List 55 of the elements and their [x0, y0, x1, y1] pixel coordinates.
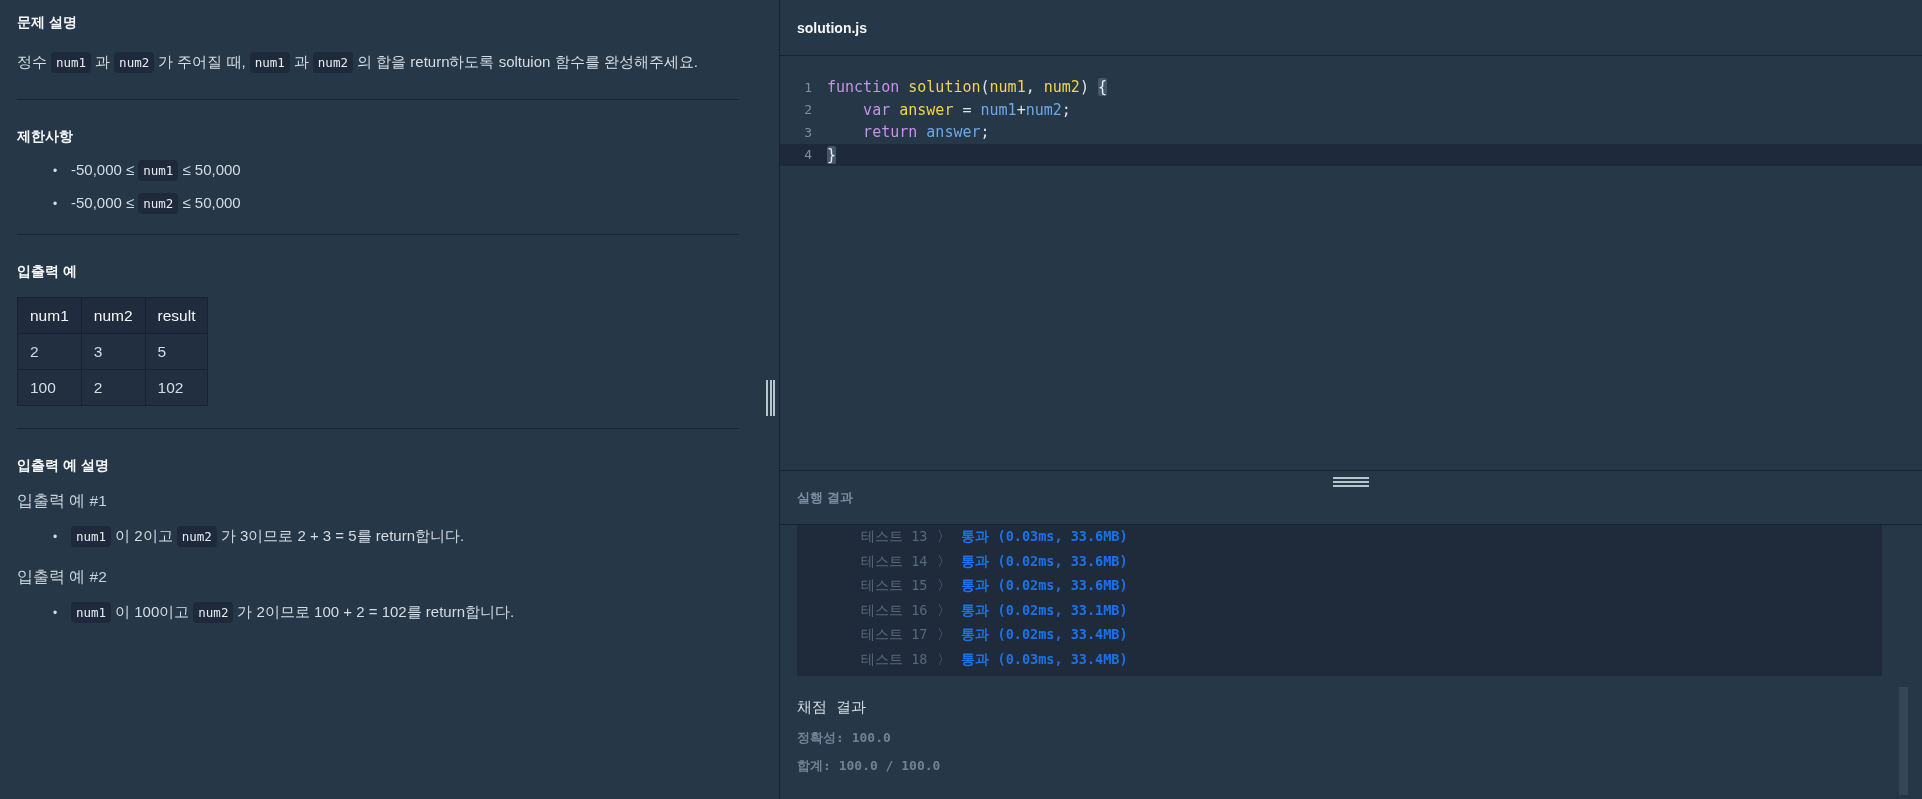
- resize-handle-icon[interactable]: [1333, 477, 1369, 487]
- test-label: 테스트 13: [861, 528, 928, 547]
- bullet-glyph: •: [53, 163, 59, 178]
- separator-glyph: 〉: [937, 626, 952, 645]
- separator-glyph: 〉: [937, 577, 952, 596]
- test-result: 통과 (0.02ms, 33.6MB): [961, 552, 1128, 571]
- section-title: 입출력 예: [17, 263, 78, 281]
- line-number: 4: [803, 147, 813, 163]
- table-header: result: [145, 297, 208, 334]
- explanation-item: num1 이 2이고 num2 가 3이므로 2 + 3 = 5를 return합니다.: [69, 522, 467, 551]
- test-result: 통과 (0.02ms, 33.1MB): [961, 601, 1128, 620]
- separator-glyph: 〉: [937, 601, 952, 620]
- description-text: 정수 num1 과 num2 가 주어질 때, num1 과 num2 의 합을 return하도록 soltuion 함수를 완성해주세요.: [17, 48, 739, 77]
- bullet-glyph: •: [53, 605, 59, 620]
- test-result: 통과 (0.02ms, 33.4MB): [961, 626, 1128, 645]
- code-line: var answer = num1+num2;: [862, 100, 1071, 119]
- code-line: function solution(num1, num2) {: [827, 78, 1107, 97]
- test-label: 테스트 15: [861, 577, 928, 596]
- table-cell: 2: [81, 369, 146, 406]
- separator-glyph: 〉: [937, 552, 952, 571]
- test-label: 테스트 18: [861, 650, 928, 669]
- code-line: return answer;: [862, 123, 990, 142]
- table-cell: 5: [145, 333, 208, 370]
- bullet-glyph: •: [53, 529, 59, 544]
- constraint-item: -50,000 ≤ num2 ≤ 50,000: [69, 189, 243, 218]
- table-header: num1: [17, 297, 82, 334]
- table-cell: 100: [17, 369, 82, 406]
- separator-glyph: 〉: [937, 650, 952, 669]
- constraint-item: -50,000 ≤ num1 ≤ 50,000: [69, 156, 243, 185]
- test-label: 테스트 16: [861, 601, 928, 620]
- accuracy-text: 정확성: 100.0: [797, 729, 892, 747]
- line-number: 2: [803, 102, 813, 118]
- table-cell: 102: [145, 369, 208, 406]
- test-result: 통과 (0.03ms, 33.4MB): [961, 650, 1128, 669]
- separator-glyph: 〉: [937, 528, 952, 547]
- table-header: num2: [81, 297, 146, 334]
- grading-title: 채점 결과: [797, 698, 868, 717]
- table-cell: 2: [17, 333, 82, 370]
- test-label: 테스트 17: [861, 626, 928, 645]
- bullet-glyph: •: [53, 196, 59, 211]
- table-cell: 3: [81, 333, 146, 370]
- section-title: 입출력 예 설명: [17, 457, 110, 475]
- resize-handle-icon[interactable]: [766, 380, 775, 416]
- example-label: 입출력 예 #2: [17, 567, 108, 587]
- test-result: 통과 (0.03ms, 33.6MB): [961, 528, 1128, 547]
- test-label: 테스트 14: [861, 552, 928, 571]
- file-name: solution.js: [780, 0, 1922, 56]
- example-label: 입출력 예 #1: [17, 491, 108, 511]
- line-number: 1: [803, 79, 813, 95]
- section-title: 제한사항: [17, 128, 74, 146]
- section-title: 문제 설명: [17, 14, 78, 32]
- explanation-item: num1 이 100이고 num2 가 2이므로 100 + 2 = 102를 return합니다.: [69, 598, 517, 627]
- test-result: 통과 (0.02ms, 33.6MB): [961, 577, 1128, 596]
- line-number: 3: [803, 124, 813, 140]
- total-text: 합계: 100.0 / 100.0: [797, 757, 942, 775]
